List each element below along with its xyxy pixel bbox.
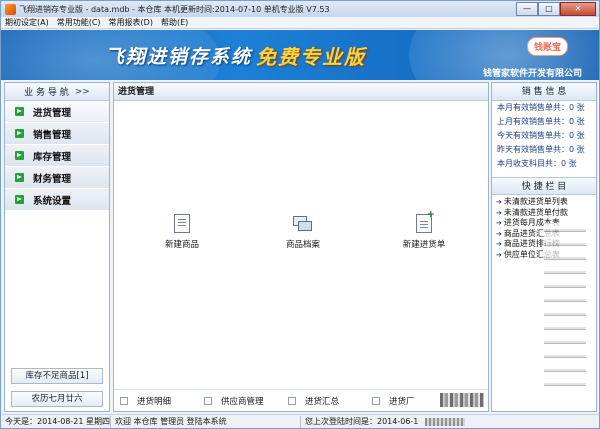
new-product-action[interactable]: 新建商品 <box>152 214 212 250</box>
checkbox[interactable] <box>288 396 296 405</box>
low-stock-button[interactable]: 库存不足商品[1] <box>11 368 103 384</box>
info-panel: 销 售 信 息 本月有效销售单共：0 张 上月有效销售单共：0 张 今天有效销售… <box>491 82 597 412</box>
stat-row: 本月收支科目共：0 张 <box>497 159 577 168</box>
quick-action-label: 新建进货单 <box>402 240 446 250</box>
product-archive-action[interactable]: 商品档案 <box>273 214 333 250</box>
link-label: 进货汇总 <box>305 396 340 407</box>
sales-info-header: 销 售 信 息 <box>492 83 596 101</box>
menu-help[interactable]: 帮助(E) <box>157 17 192 28</box>
nav-item-purchase[interactable]: 进货管理 <box>5 101 109 123</box>
main-title: 进货管理 <box>114 83 488 101</box>
nav-header-label: 业 务 导 航 <box>24 88 69 98</box>
window-title: 飞翔进销存专业版 - data.mdb - 本仓库 本机更新时间:2014-07… <box>19 4 330 14</box>
link-purchase-detail[interactable]: 进货明细 <box>114 395 198 407</box>
menu-bar: 期初设定(A) 常用功能(C) 常用报表(D) 帮助(E) <box>1 17 599 29</box>
quick-link-label: 未清款进货单列表 <box>503 197 568 206</box>
brand-title: 飞翔进销存系统 <box>105 46 253 68</box>
nav-item-inventory[interactable]: 库存管理 <box>5 145 109 167</box>
stat-row: 本月有效销售单共：0 张 <box>497 103 585 112</box>
status-welcome: 欢迎 本仓库 管理员 登陆本系统 <box>111 415 301 428</box>
obscured-region <box>425 417 465 426</box>
stat-row: 昨天有效销售单共：0 张 <box>497 145 585 154</box>
quick-action-label: 商品档案 <box>285 240 320 250</box>
bullet-icon: ➔ <box>496 208 502 217</box>
document-icon <box>174 214 190 233</box>
close-button[interactable]: ✕ <box>560 2 596 16</box>
company-name: 钱管家软件开发有限公司 <box>483 69 583 79</box>
link-purchase-other[interactable]: 进货厂 <box>366 395 450 407</box>
banner-slogan: 免费专业版 <box>256 45 366 69</box>
nav-item-settings[interactable]: 系统设置 <box>5 189 109 211</box>
menu-initial-setup[interactable]: 期初设定(A) <box>1 17 53 28</box>
quick-panel-header: 快 捷 栏 目 <box>492 177 596 195</box>
arrow-right-icon <box>15 107 24 116</box>
collapse-nav-button[interactable]: >> <box>75 87 90 97</box>
menu-common-functions[interactable]: 常用功能(C) <box>53 17 105 28</box>
new-purchase-order-action[interactable]: 新建进货单 <box>394 209 454 250</box>
app-icon <box>5 3 16 15</box>
bottom-links: 进货明细 供应商管理 进货汇总 进货厂 <box>114 389 488 411</box>
status-last-login: 您上次登陆时间是：2014-06-1 <box>305 416 419 426</box>
link-label: 进货明细 <box>137 396 172 407</box>
nav-item-label: 财务管理 <box>33 173 72 185</box>
app-window: 飞翔进销存专业版 - data.mdb - 本仓库 本机更新时间:2014-07… <box>0 0 600 429</box>
obscured-region <box>544 223 586 393</box>
checkbox[interactable] <box>372 396 380 405</box>
nav-item-label: 进货管理 <box>33 107 72 119</box>
status-date: 今天是：2014-08-21 星期四 <box>1 415 111 428</box>
nav-item-sales[interactable]: 销售管理 <box>5 123 109 145</box>
main-panel: 进货管理 新建商品 商品档案 新建进货单 进货明细 供应商管理 进货汇总 <box>113 82 489 412</box>
quick-link-label: 未清款进货单付款 <box>503 207 568 217</box>
logo-badge[interactable]: 钱账宝 <box>527 37 569 56</box>
banner: 飞翔进销存系统 免费专业版 钱账宝 钱管家软件开发有限公司 <box>1 30 599 80</box>
link-purchase-summary[interactable]: 进货汇总 <box>282 395 366 407</box>
checkbox[interactable] <box>120 396 128 405</box>
nav-item-label: 销售管理 <box>33 129 72 141</box>
minimize-button[interactable]: — <box>516 2 538 16</box>
nav-item-label: 系统设置 <box>33 195 72 207</box>
quick-action-label: 新建商品 <box>164 240 199 250</box>
checkbox[interactable] <box>204 396 212 405</box>
bullet-icon: ➔ <box>496 198 502 206</box>
title-bar[interactable]: 飞翔进销存专业版 - data.mdb - 本仓库 本机更新时间:2014-07… <box>1 1 599 17</box>
maximize-button[interactable]: □ <box>538 2 560 16</box>
menu-common-reports[interactable]: 常用报表(D) <box>105 17 157 28</box>
arrow-right-icon <box>15 129 24 138</box>
window-controls: — □ ✕ <box>516 2 596 16</box>
quick-link[interactable]: ➔ 未清款进货单付款 <box>496 208 596 219</box>
link-label: 供应商管理 <box>221 396 264 407</box>
link-supplier-management[interactable]: 供应商管理 <box>198 395 282 407</box>
arrow-right-icon <box>15 173 24 182</box>
stat-row: 上月有效销售单共：0 张 <box>497 117 585 126</box>
business-nav: 业 务 导 航 >> 进货管理 销售管理 库存管理 财务管理 系统设置 库存不足… <box>4 82 110 412</box>
cards-icon <box>293 216 313 232</box>
status-bar: 今天是：2014-08-21 星期四 欢迎 本仓库 管理员 登陆本系统 您上次登… <box>1 414 599 428</box>
lunar-date-button[interactable]: 农历七月廿六 <box>11 391 103 407</box>
bullet-icon: ➔ <box>496 240 502 248</box>
arrow-right-icon <box>15 195 24 204</box>
link-label: 进货厂 <box>389 396 415 407</box>
obscured-region <box>440 393 484 407</box>
arrow-right-icon <box>15 151 24 160</box>
nav-header: 业 务 导 航 >> <box>5 83 109 101</box>
bullet-icon: ➔ <box>496 219 502 227</box>
bullet-icon: ➔ <box>496 250 502 259</box>
stat-row: 今天有效销售单共：0 张 <box>497 131 585 140</box>
nav-item-label: 库存管理 <box>33 151 72 163</box>
bullet-icon: ➔ <box>496 229 502 238</box>
quick-link[interactable]: ➔ 未清款进货单列表 <box>496 197 596 208</box>
document-add-icon <box>416 209 435 233</box>
nav-item-finance[interactable]: 财务管理 <box>5 167 109 189</box>
